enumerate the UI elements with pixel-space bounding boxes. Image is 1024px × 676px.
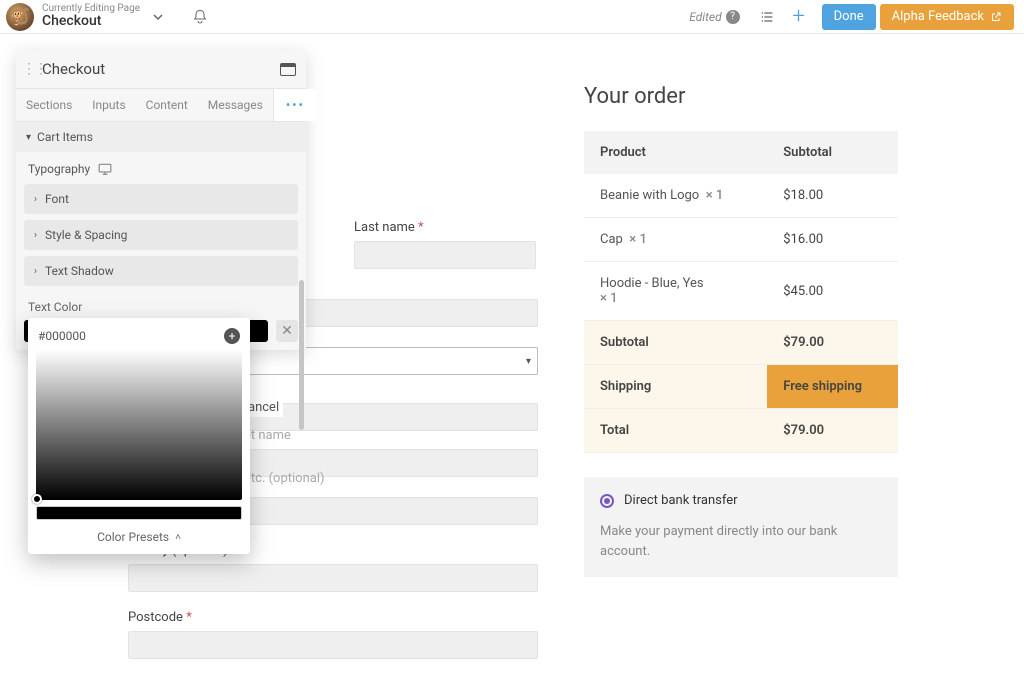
presets-label: Color Presets	[97, 530, 169, 544]
chevron-up-icon: ˄	[175, 532, 181, 543]
scrollbar-thumb[interactable]	[299, 280, 304, 430]
page-title: Checkout	[42, 14, 140, 29]
total-label: Total	[584, 409, 767, 453]
add-preset-button[interactable]: +	[224, 328, 240, 344]
top-bar: Currently Editing Page Checkout Edited ?…	[0, 0, 1024, 34]
add-icon[interactable]: +	[786, 4, 812, 30]
accordion-text-shadow[interactable]: › Text Shadow	[24, 256, 298, 286]
chevron-right-icon: ›	[34, 194, 37, 205]
page-title-block: Currently Editing Page Checkout	[42, 3, 140, 29]
item-qty: × 1	[706, 188, 724, 203]
done-button[interactable]: Done	[822, 4, 876, 30]
item-price: $16.00	[767, 218, 898, 262]
postcode-label: Postcode *	[128, 610, 538, 625]
order-summary: Your order Product Subtotal Beanie with …	[584, 84, 898, 676]
col-subtotal: Subtotal	[767, 131, 898, 174]
help-icon[interactable]: ?	[726, 10, 740, 24]
required-indicator: *	[418, 220, 424, 235]
payment-method-radio[interactable]: Direct bank transfer	[600, 493, 882, 508]
alpha-label: Alpha Feedback	[892, 9, 984, 24]
chevron-right-icon: ›	[34, 230, 37, 241]
table-row: Hoodie - Blue, Yes× 1 $45.00	[584, 262, 898, 321]
color-picker: #000000 + Color Presets ˄	[28, 318, 250, 554]
total-value: $79.00	[767, 409, 898, 453]
accordion-label: Style & Spacing	[45, 228, 127, 242]
color-presets-toggle[interactable]: Color Presets ˄	[36, 520, 242, 546]
hex-value[interactable]: #000000	[38, 329, 86, 343]
subtotal-label: Subtotal	[584, 321, 767, 365]
item-price: $45.00	[767, 262, 898, 321]
table-row: Beanie with Logo × 1 $18.00	[584, 174, 898, 218]
shipping-row: Shipping Free shipping	[584, 365, 898, 409]
sv-handle[interactable]	[32, 494, 42, 504]
county-input[interactable]	[128, 564, 538, 592]
text-color-label: Text Color	[16, 292, 306, 320]
payment-method-label: Direct bank transfer	[624, 493, 738, 508]
section-cart-items[interactable]: ▾ Cart Items	[16, 122, 306, 152]
maximize-icon[interactable]	[280, 63, 296, 76]
col-product: Product	[584, 131, 767, 174]
tab-sections[interactable]: Sections	[16, 89, 82, 121]
optional-placeholder-fragment: etc. (optional)	[244, 471, 325, 486]
edited-label: Edited	[689, 10, 721, 24]
total-row: Total $79.00	[584, 409, 898, 453]
last-name-input[interactable]	[354, 241, 536, 269]
shipping-value: Free shipping	[767, 365, 898, 409]
tab-inputs[interactable]: Inputs	[82, 89, 135, 121]
typography-header: Typography	[16, 152, 306, 184]
label-text: Last name	[354, 220, 415, 235]
payment-description: Make your payment directly into our bank…	[600, 522, 882, 561]
typography-label: Typography	[28, 162, 90, 176]
radio-checked-icon	[600, 494, 614, 508]
settings-panel: ⋮⋮ Checkout Sections Inputs Content Mess…	[16, 50, 306, 350]
alpha-feedback-button[interactable]: Alpha Feedback	[880, 4, 1014, 30]
panel-tabs: Sections Inputs Content Messages •••	[16, 88, 306, 122]
drag-handle-icon[interactable]: ⋮⋮	[22, 61, 36, 77]
last-name-label: Last name *	[354, 220, 536, 235]
tab-more[interactable]: •••	[273, 89, 317, 121]
tab-content[interactable]: Content	[136, 89, 198, 121]
notifications-icon[interactable]	[192, 9, 208, 25]
external-link-icon	[990, 11, 1002, 23]
panel-title: Checkout	[42, 60, 280, 78]
payment-box: Direct bank transfer Make your payment d…	[584, 477, 898, 577]
section-label: Cart Items	[37, 130, 93, 144]
hue-slider[interactable]	[36, 506, 242, 520]
item-price: $18.00	[767, 174, 898, 218]
responsive-icon[interactable]	[98, 163, 112, 175]
item-qty: × 1	[629, 232, 647, 247]
required-indicator: *	[186, 610, 192, 625]
tab-messages[interactable]: Messages	[198, 89, 273, 121]
order-table: Product Subtotal Beanie with Logo × 1 $1…	[584, 131, 898, 453]
saturation-value-area[interactable]	[36, 350, 242, 500]
subtotal-value: $79.00	[767, 321, 898, 365]
outline-icon[interactable]	[754, 4, 780, 30]
chevron-down-icon: ▾	[26, 132, 31, 143]
app-logo	[6, 3, 34, 31]
item-name: Cap	[600, 232, 623, 247]
chevron-right-icon: ›	[34, 266, 37, 277]
label-text: Postcode	[128, 610, 183, 625]
item-qty: × 1	[600, 291, 618, 306]
item-name: Beanie with Logo	[600, 188, 699, 203]
street-placeholder-fragment: et name	[244, 428, 291, 443]
table-row: Cap × 1 $16.00	[584, 218, 898, 262]
accordion-label: Text Shadow	[45, 264, 114, 278]
subtotal-row: Subtotal $79.00	[584, 321, 898, 365]
accordion-font[interactable]: › Font	[24, 184, 298, 214]
item-name: Hoodie - Blue, Yes	[600, 276, 704, 291]
postcode-input[interactable]	[128, 631, 538, 659]
accordion-style-spacing[interactable]: › Style & Spacing	[24, 220, 298, 250]
clear-color-button[interactable]: ✕	[276, 320, 298, 342]
accordion-label: Font	[45, 192, 69, 206]
caret-down-icon: ▾	[526, 356, 531, 367]
order-title: Your order	[584, 84, 898, 109]
page-dropdown[interactable]	[152, 11, 164, 23]
shipping-label: Shipping	[584, 365, 767, 409]
